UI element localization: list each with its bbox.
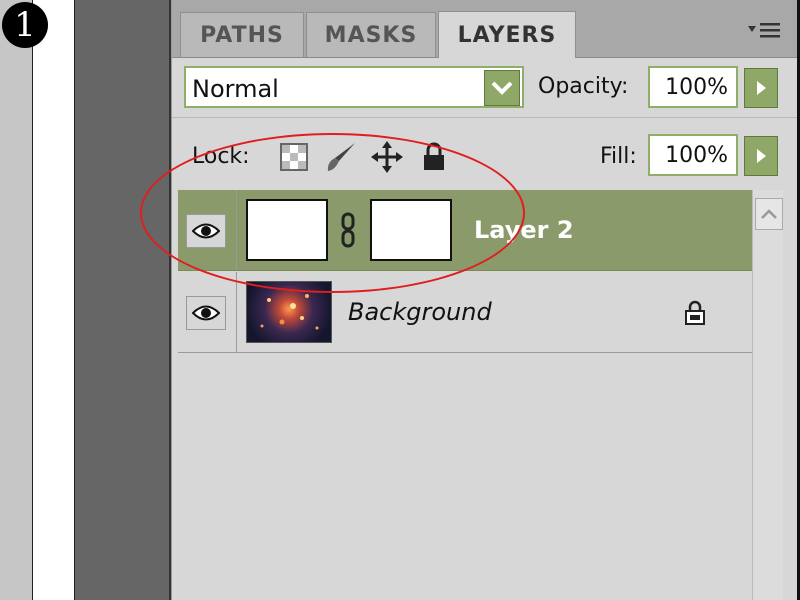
lock-all-icon[interactable]	[421, 142, 447, 176]
opacity-input[interactable]: 100%	[648, 66, 738, 108]
layers-panel: PATHS MASKS LAYERS Normal Opacity: 100% …	[171, 0, 797, 600]
layer-name[interactable]: Background	[348, 298, 492, 326]
scroll-up-icon[interactable]	[755, 198, 783, 230]
blend-mode-select[interactable]: Normal	[184, 66, 524, 108]
left-gray-frame	[0, 0, 33, 600]
fill-slider-arrow-icon[interactable]	[744, 136, 778, 176]
row-separator	[236, 272, 237, 352]
tab-paths[interactable]: PATHS	[180, 12, 304, 57]
blend-mode-value: Normal	[192, 75, 279, 103]
layer-row-layer-2[interactable]: Layer 2	[178, 190, 752, 271]
dark-gutter	[75, 0, 171, 600]
tab-layers[interactable]: LAYERS	[438, 11, 576, 58]
lock-label: Lock:	[192, 144, 250, 169]
lock-image-pixels-icon[interactable]	[325, 140, 359, 178]
layer-row-background[interactable]: Background	[178, 272, 752, 353]
opacity-slider-arrow-icon[interactable]	[744, 68, 778, 108]
padlock-icon	[684, 300, 706, 330]
fill-input[interactable]: 100%	[648, 134, 738, 176]
background-thumbnail[interactable]	[246, 281, 332, 343]
step-number-badge: 1	[2, 2, 48, 48]
left-white-strip	[33, 0, 75, 600]
panel-tab-bar: PATHS MASKS LAYERS	[172, 0, 797, 58]
chain-link-icon[interactable]	[340, 212, 356, 252]
panel-menu-icon[interactable]	[748, 20, 782, 45]
visibility-eye-icon[interactable]	[186, 214, 226, 248]
lock-transparent-pixels-icon[interactable]	[280, 143, 308, 175]
tab-masks[interactable]: MASKS	[306, 12, 436, 57]
layers-scrollbar[interactable]	[752, 190, 783, 600]
fill-label: Fill:	[600, 144, 637, 169]
row-separator	[236, 190, 237, 270]
lock-position-icon[interactable]	[371, 141, 403, 177]
visibility-eye-icon[interactable]	[186, 296, 226, 330]
layer-name[interactable]: Layer 2	[474, 216, 574, 244]
layer-thumbnail[interactable]	[246, 199, 328, 261]
layer-mask-thumbnail[interactable]	[370, 199, 452, 261]
chevron-down-icon[interactable]	[484, 70, 520, 106]
opacity-label: Opacity:	[538, 74, 629, 99]
divider	[172, 117, 797, 118]
